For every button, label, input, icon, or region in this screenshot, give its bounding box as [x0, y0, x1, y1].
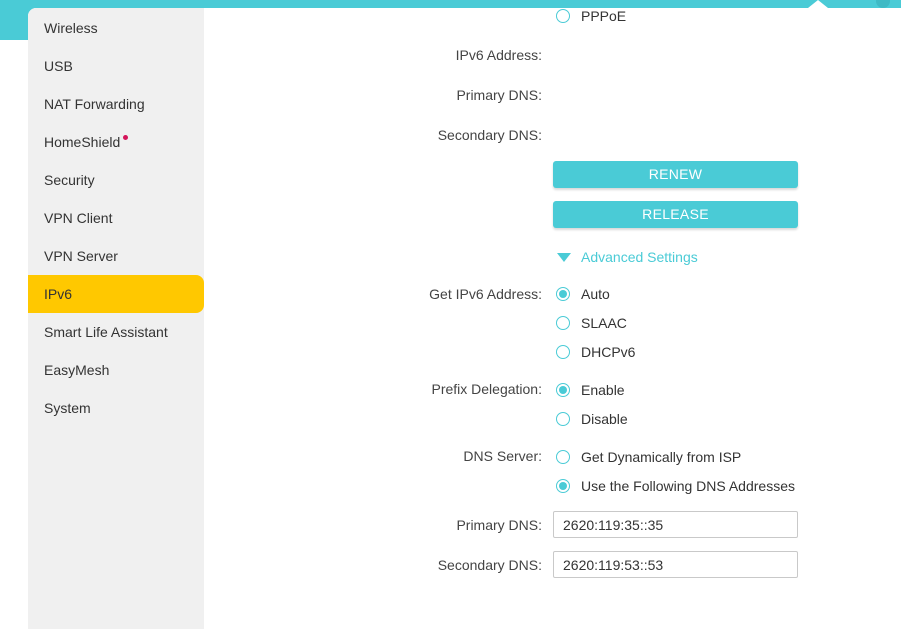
radio-circle [556, 412, 570, 426]
radio-label: DHCPv6 [581, 344, 636, 360]
sidebar-item-homeshield[interactable]: HomeShield [28, 123, 204, 161]
advanced-settings-label: Advanced Settings [581, 249, 698, 265]
secondary-dns-label: Secondary DNS: [437, 557, 542, 573]
radio-dns-manual[interactable]: Use the Following DNS Addresses [556, 476, 795, 496]
radio-slaac[interactable]: SLAAC [556, 313, 627, 333]
radio-enable[interactable]: Enable [556, 380, 625, 400]
radio-circle-checked [556, 479, 570, 493]
secondary-dns-input[interactable] [553, 551, 798, 578]
dns-server-label: DNS Server: [463, 448, 542, 464]
sidebar-item-ipv6[interactable]: IPv6 [28, 275, 204, 313]
radio-circle [556, 9, 570, 23]
radio-label: Enable [581, 382, 625, 398]
sidebar-item-label: HomeShield [44, 134, 121, 150]
radio-label: PPPoE [581, 8, 627, 24]
radio-pppoe[interactable]: PPPoE [556, 6, 626, 26]
radio-disable[interactable]: Disable [556, 409, 628, 429]
advanced-settings-toggle[interactable]: Advanced Settings [557, 248, 698, 266]
primary-dns-input[interactable] [553, 511, 798, 538]
radio-label: Auto [581, 286, 610, 302]
radio-label: Use the Following DNS Addresses [581, 478, 795, 494]
radio-circle [556, 345, 570, 359]
sidebar-item-system[interactable]: System [28, 389, 204, 427]
sidebar-item-vpn-server[interactable]: VPN Server [28, 237, 204, 275]
new-badge-dot [123, 135, 129, 140]
sidebar-item-vpn-client[interactable]: VPN Client [28, 199, 204, 237]
radio-dhcpv6[interactable]: DHCPv6 [556, 342, 635, 362]
radio-label: Get Dynamically from ISP [581, 449, 742, 465]
sidebar-item-usb[interactable]: USB [28, 47, 204, 85]
release-button[interactable]: RELEASE [553, 201, 798, 228]
secondary-dns-status-label: Secondary DNS: [437, 127, 542, 143]
radio-dns-dynamic[interactable]: Get Dynamically from ISP [556, 447, 741, 467]
sidebar-item-wireless[interactable]: Wireless [28, 9, 204, 47]
renew-button[interactable]: RENEW [553, 161, 798, 188]
radio-label: Disable [581, 411, 628, 427]
primary-dns-status-label: Primary DNS: [456, 87, 542, 103]
ipv6-address-label: IPv6 Address: [455, 47, 542, 63]
prefix-delegation-label: Prefix Delegation: [431, 381, 542, 397]
menu-pointer-notch [808, 0, 828, 8]
radio-circle-checked [556, 383, 570, 397]
sidebar-item-security[interactable]: Security [28, 161, 204, 199]
radio-circle-checked [556, 287, 570, 301]
radio-circle [556, 316, 570, 330]
radio-label: SLAAC [581, 315, 627, 331]
radio-auto[interactable]: Auto [556, 284, 610, 304]
sidebar-item-smart-life-assistant[interactable]: Smart Life Assistant [28, 313, 204, 351]
get-ipv6-address-label: Get IPv6 Address: [429, 286, 542, 302]
triangle-down-icon [557, 252, 571, 262]
primary-dns-label: Primary DNS: [456, 517, 542, 533]
sidebar: Wireless USB NAT Forwarding HomeShield S… [28, 8, 204, 629]
radio-circle [556, 450, 570, 464]
sidebar-item-nat-forwarding[interactable]: NAT Forwarding [28, 85, 204, 123]
sidebar-item-easymesh[interactable]: EasyMesh [28, 351, 204, 389]
